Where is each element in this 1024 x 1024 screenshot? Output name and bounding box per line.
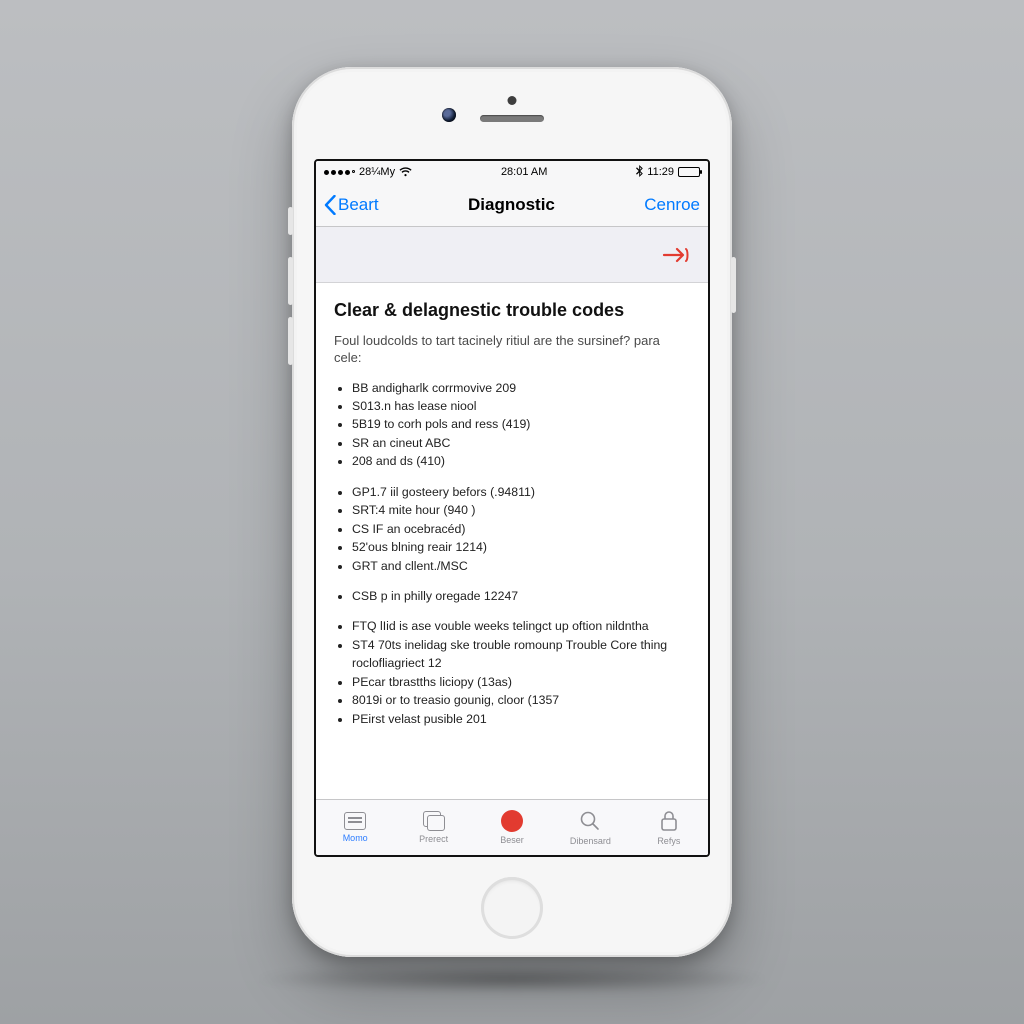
chevron-left-icon bbox=[324, 195, 336, 215]
tab-search[interactable]: Dibensard bbox=[551, 800, 629, 855]
power-button[interactable] bbox=[731, 257, 736, 313]
list-item: 208 and ds (410) bbox=[352, 452, 690, 470]
proximity-sensor bbox=[508, 96, 517, 105]
volume-down-button[interactable] bbox=[288, 317, 293, 365]
code-list-3: CSB p in philly oregade 12247 bbox=[334, 587, 690, 605]
nav-bar: Beart Diagnostic Cenroe bbox=[316, 183, 708, 227]
page-title: Diagnostic bbox=[468, 195, 555, 215]
tab-bar: Momo Prerect ✱ Beser Dibensard Refys bbox=[316, 799, 708, 855]
home-button[interactable] bbox=[481, 877, 543, 939]
search-icon bbox=[578, 809, 602, 833]
screen: 28¼My 28:01 AM 11:29 Beart Diagnostic C bbox=[314, 159, 710, 857]
signal-strength-icon bbox=[324, 170, 355, 175]
code-list-2: GP1.7 iil gosteery befors (.94811)SRT:4 … bbox=[334, 483, 690, 575]
tab-label: Refys bbox=[657, 836, 680, 846]
nav-right-button[interactable]: Cenroe bbox=[644, 195, 700, 215]
status-right-text: 11:29 bbox=[647, 166, 674, 178]
tab-label: Momo bbox=[343, 833, 368, 843]
list-item: BB andigharlk corrmovive 209 bbox=[352, 379, 690, 397]
earpiece-speaker bbox=[480, 115, 544, 122]
tab-alert[interactable]: ✱ Beser bbox=[473, 800, 551, 855]
list-item: GRT and cllent./MSC bbox=[352, 557, 690, 575]
list-item: 8019i or to treasio gounig, cloor (1357 bbox=[352, 691, 690, 709]
list-item: 5B19 to corh pols and ress (419) bbox=[352, 415, 690, 433]
status-bar: 28¼My 28:01 AM 11:29 bbox=[316, 161, 708, 183]
tab-label: Dibensard bbox=[570, 836, 611, 846]
list-item: FTQ lIid is ase vouble weeks telingct up… bbox=[352, 617, 690, 635]
list-item: CSB p in philly oregade 12247 bbox=[352, 587, 690, 605]
list-item: S013.n has lease niool bbox=[352, 397, 690, 415]
back-label: Beart bbox=[338, 195, 379, 215]
status-time: 28:01 AM bbox=[501, 166, 547, 178]
code-list-4: FTQ lIid is ase vouble weeks telingct up… bbox=[334, 617, 690, 728]
list-item: SRT:4 mite hour (940 ) bbox=[352, 501, 690, 519]
stack-icon bbox=[423, 811, 445, 831]
lock-icon bbox=[657, 809, 681, 833]
back-button[interactable]: Beart bbox=[324, 195, 379, 215]
phone-frame: 28¼My 28:01 AM 11:29 Beart Diagnostic C bbox=[292, 67, 732, 957]
alert-badge-icon: ✱ bbox=[501, 810, 523, 832]
list-item: PEirst velast pusible 201 bbox=[352, 710, 690, 728]
tab-home[interactable]: Momo bbox=[316, 800, 394, 855]
carrier-label: 28¼My bbox=[359, 166, 395, 178]
list-icon bbox=[344, 812, 366, 830]
content-area[interactable]: Clear & delagnestic trouble codes Foul l… bbox=[316, 283, 708, 799]
tab-label: Prerect bbox=[419, 834, 448, 844]
tab-project[interactable]: Prerect bbox=[394, 800, 472, 855]
list-item: PEcar tbrastths liciopy (13as) bbox=[352, 673, 690, 691]
list-item: SR an cineut ABC bbox=[352, 434, 690, 452]
wifi-icon bbox=[399, 167, 412, 177]
content-intro: Foul loudcolds to tart tacinely ritiul a… bbox=[334, 332, 690, 367]
bluetooth-icon bbox=[636, 165, 643, 180]
content-heading: Clear & delagnestic trouble codes bbox=[334, 299, 690, 322]
volume-up-button[interactable] bbox=[288, 257, 293, 305]
code-list-1: BB andigharlk corrmovive 209S013.n has l… bbox=[334, 379, 690, 471]
list-item: ST4 70ts inelidag ske trouble romounp Tr… bbox=[352, 636, 690, 673]
toolbar bbox=[316, 227, 708, 283]
share-arrow-icon[interactable] bbox=[662, 244, 690, 266]
list-item: 52'ous blning reair 1214) bbox=[352, 538, 690, 556]
list-item: CS IF an ocebracéd) bbox=[352, 520, 690, 538]
battery-icon bbox=[678, 167, 700, 177]
mute-switch[interactable] bbox=[288, 207, 293, 235]
front-camera bbox=[442, 108, 456, 122]
list-item: GP1.7 iil gosteery befors (.94811) bbox=[352, 483, 690, 501]
tab-lock[interactable]: Refys bbox=[630, 800, 708, 855]
tab-label: Beser bbox=[500, 835, 524, 845]
